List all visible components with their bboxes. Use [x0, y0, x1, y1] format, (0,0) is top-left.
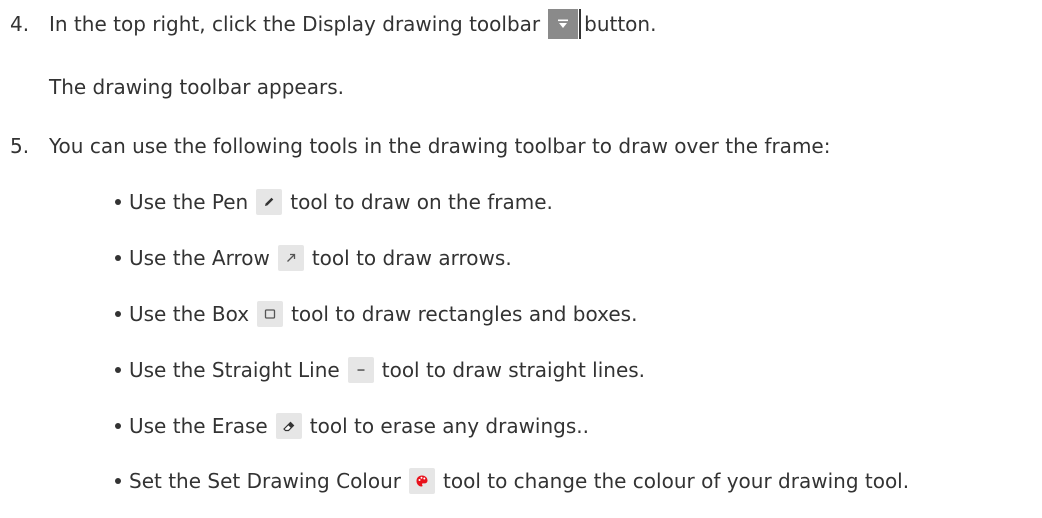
list-item-text: Use the Pen	[129, 190, 249, 214]
list-item-text-end: tool to change the colour of your drawin…	[443, 469, 910, 493]
step-4: 4. In the top right, click the Display d…	[10, 9, 656, 39]
list-item-text: Use the Box	[129, 302, 250, 326]
step-text: In the top right, click the Display draw…	[49, 12, 541, 36]
eraser-icon	[275, 413, 302, 439]
box-icon	[257, 301, 284, 327]
list-item-text: Use the Erase	[129, 414, 268, 438]
bullet-dot	[115, 478, 121, 484]
list-item-straight-line: Use the Straight Line tool to draw strai…	[115, 357, 645, 383]
display-drawing-toolbar-icon	[548, 9, 582, 39]
line-icon	[347, 357, 374, 383]
list-item-pen: Use the Pen tool to draw on the frame.	[115, 189, 553, 215]
step-number: 5.	[10, 134, 30, 158]
list-item-text-end: tool to draw arrows.	[311, 246, 512, 270]
list-item-text: Use the Straight Line	[129, 358, 340, 382]
step-number: 4.	[10, 12, 30, 36]
bullet-dot	[115, 367, 121, 373]
step-text: You can use the following tools in the d…	[49, 134, 831, 158]
list-item-drawing-colour: Set the Set Drawing Colour tool to chang…	[115, 468, 909, 494]
list-item-box: Use the Box tool to draw rectangles and …	[115, 301, 637, 327]
list-item-erase: Use the Erase tool to erase any drawings…	[115, 413, 589, 439]
list-item-text-end: tool to draw straight lines.	[381, 358, 646, 382]
step-4-result: The drawing toolbar appears.	[49, 75, 344, 99]
list-item-text-end: tool to draw on the frame.	[290, 190, 553, 214]
bullet-dot	[115, 311, 121, 317]
list-item-text-end: tool to erase any drawings..	[309, 414, 589, 438]
step-5: 5. You can use the following tools in th…	[10, 134, 830, 158]
list-item-text: Use the Arrow	[129, 246, 270, 270]
list-item-arrow: Use the Arrow tool to draw arrows.	[115, 245, 512, 271]
pen-icon	[256, 189, 283, 215]
step-text-end: button.	[584, 12, 657, 36]
list-item-text-end: tool to draw rectangles and boxes.	[291, 302, 638, 326]
bullet-dot	[115, 255, 121, 261]
bullet-dot	[115, 199, 121, 205]
arrow-icon	[277, 245, 304, 271]
palette-icon	[409, 468, 435, 494]
list-item-text: Set the Set Drawing Colour	[129, 469, 401, 493]
bullet-dot	[115, 423, 121, 429]
